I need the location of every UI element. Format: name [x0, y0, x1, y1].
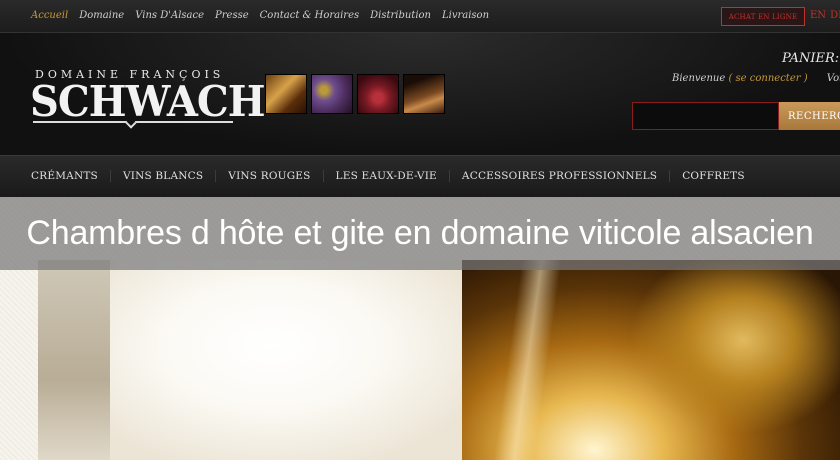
- nav-link-contact[interactable]: Contact & Horaires: [260, 10, 359, 21]
- hero-image: [38, 260, 840, 460]
- caption-overlay: Chambres d hôte et gite en domaine vitic…: [0, 197, 840, 270]
- lang-en-link[interactable]: EN: [810, 10, 826, 21]
- header-photo-strip: [265, 74, 445, 114]
- nav-link-vins-alsace[interactable]: Vins D'Alsace: [135, 10, 204, 21]
- nav-link-accueil[interactable]: Accueil: [31, 10, 68, 21]
- search-input[interactable]: [632, 102, 779, 130]
- main-nav: CRÉMANTS VINS BLANCS VINS ROUGES LES EAU…: [0, 155, 840, 197]
- hero-glass-highlight: [110, 270, 470, 460]
- language-switcher: EN DE: [806, 10, 840, 21]
- nav-item-cremants[interactable]: CRÉMANTS: [19, 170, 110, 182]
- nav-link-livraison[interactable]: Livraison: [442, 10, 489, 21]
- nav-item-coffrets[interactable]: COFFRETS: [669, 170, 757, 182]
- nav-link-domaine[interactable]: Domaine: [79, 10, 124, 21]
- account-link[interactable]: Votre: [827, 73, 840, 84]
- lang-de-link[interactable]: DE: [830, 10, 840, 21]
- hero-shadow: [38, 260, 110, 460]
- site-header: DOMAINE FRANÇOIS SCHWACH PANIER:( Bienve…: [0, 33, 840, 155]
- nav-item-vins-blancs[interactable]: VINS BLANCS: [109, 170, 215, 182]
- cart-summary[interactable]: PANIER:(: [782, 51, 840, 66]
- nav-link-presse[interactable]: Presse: [215, 10, 249, 21]
- top-nav: Accueil Domaine Vins D'Alsace Presse Con…: [31, 10, 500, 21]
- nav-item-eaux-de-vie[interactable]: LES EAUX-DE-VIE: [322, 170, 449, 182]
- cellar-photo: [403, 74, 445, 114]
- search-button[interactable]: RECHERCHE: [779, 102, 840, 130]
- cart-label: PANIER:: [782, 51, 840, 66]
- nav-link-distribution[interactable]: Distribution: [370, 10, 431, 21]
- login-link[interactable]: ( se connecter ): [728, 73, 807, 84]
- grapes-photo: [311, 74, 353, 114]
- top-bar: Accueil Domaine Vins D'Alsace Presse Con…: [0, 0, 840, 33]
- hero-wine-glint: [598, 260, 840, 460]
- achat-en-ligne-button[interactable]: ACHAT EN LIGNE: [721, 7, 805, 26]
- red-wine-photo: [357, 74, 399, 114]
- nav-item-vins-rouges[interactable]: VINS ROUGES: [215, 170, 322, 182]
- page-caption: Chambres d hôte et gite en domaine vitic…: [26, 214, 814, 252]
- welcome-text: Bienvenue ( se connecter ) Votre: [672, 73, 840, 84]
- wine-bottle-photo: [265, 74, 307, 114]
- welcome-prefix: Bienvenue: [672, 73, 726, 84]
- nav-item-accessoires[interactable]: ACCESSOIRES PROFESSIONNELS: [448, 170, 669, 182]
- site-logo[interactable]: SCHWACH: [30, 77, 266, 126]
